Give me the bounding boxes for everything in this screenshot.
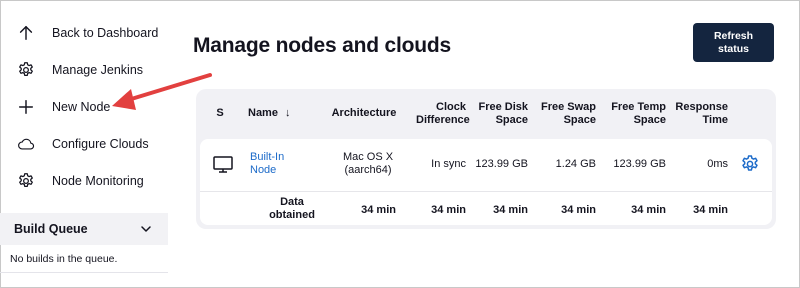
- sidebar-item-manage-jenkins[interactable]: Manage Jenkins: [10, 55, 166, 85]
- column-header-free-disk-space[interactable]: Free Disk Space: [476, 101, 528, 127]
- sidebar-item-label: Configure Clouds: [52, 137, 149, 151]
- row-divider: [200, 191, 772, 192]
- arrow-up-icon: [10, 23, 42, 43]
- refresh-status-button[interactable]: Refresh status: [693, 23, 774, 62]
- column-header-architecture[interactable]: Architecture: [329, 107, 399, 120]
- gear-icon: [10, 60, 42, 80]
- column-header-free-swap-space[interactable]: Free Swap Space: [538, 101, 596, 127]
- data-obtained-free-disk-space: 34 min: [493, 204, 528, 216]
- data-obtained-label: Data obtained: [269, 196, 315, 221]
- node-settings-gear-icon[interactable]: [740, 154, 760, 174]
- node-architecture: Mac OS X (aarch64): [342, 151, 394, 176]
- sidebar-item-label: Node Monitoring: [52, 174, 144, 188]
- column-header-clock-difference[interactable]: Clock Difference: [416, 101, 470, 127]
- build-queue-title: Build Queue: [14, 222, 88, 236]
- node-response-time: 0ms: [707, 158, 728, 170]
- column-header-s[interactable]: S: [210, 107, 230, 120]
- column-header-free-temp-space[interactable]: Free Temp Space: [606, 101, 666, 127]
- data-obtained-response-time: 34 min: [693, 204, 728, 216]
- chevron-down-icon: [141, 226, 151, 232]
- sidebar-item-label: Manage Jenkins: [52, 63, 144, 77]
- sidebar-item-back-to-dashboard[interactable]: Back to Dashboard: [10, 18, 166, 48]
- sort-descending-icon: ↓: [285, 107, 291, 119]
- gear-icon: [10, 171, 42, 191]
- node-name-link[interactable]: Built-In Node: [250, 151, 286, 177]
- column-header-name[interactable]: Name ↓: [248, 107, 308, 120]
- build-queue-header[interactable]: Build Queue: [0, 213, 168, 245]
- table-body: Built-In Node Mac OS X (aarch64) In sync…: [200, 139, 772, 225]
- node-clock-difference: In sync: [431, 158, 466, 170]
- node-free-disk-space: 123.99 GB: [475, 158, 528, 170]
- sidebar-item-node-monitoring[interactable]: Node Monitoring: [10, 166, 166, 196]
- cloud-icon: [10, 134, 42, 154]
- sidebar-item-configure-clouds[interactable]: Configure Clouds: [10, 129, 166, 159]
- data-obtained-clock-difference: 34 min: [431, 204, 466, 216]
- build-queue-empty-text: No builds in the queue.: [0, 245, 168, 273]
- data-obtained-free-temp-space: 34 min: [631, 204, 666, 216]
- column-header-name-label: Name: [248, 107, 278, 119]
- sidebar-item-new-node[interactable]: New Node: [10, 92, 166, 122]
- data-obtained-free-swap-space: 34 min: [561, 204, 596, 216]
- plus-icon: [10, 97, 42, 117]
- data-obtained-architecture: 34 min: [361, 204, 396, 216]
- sidebar-item-label: Back to Dashboard: [52, 26, 159, 40]
- sidebar: Back to Dashboard Manage Jenkins New Nod…: [0, 0, 168, 288]
- node-free-temp-space: 123.99 GB: [613, 158, 666, 170]
- nodes-table: S Name ↓ Architecture Clock Difference F…: [196, 89, 776, 229]
- node-free-swap-space: 1.24 GB: [555, 158, 596, 170]
- page-title: Manage nodes and clouds: [193, 34, 451, 57]
- computer-icon: [212, 153, 234, 175]
- column-header-response-time[interactable]: Response Time: [672, 101, 728, 127]
- sidebar-item-label: New Node: [52, 100, 111, 114]
